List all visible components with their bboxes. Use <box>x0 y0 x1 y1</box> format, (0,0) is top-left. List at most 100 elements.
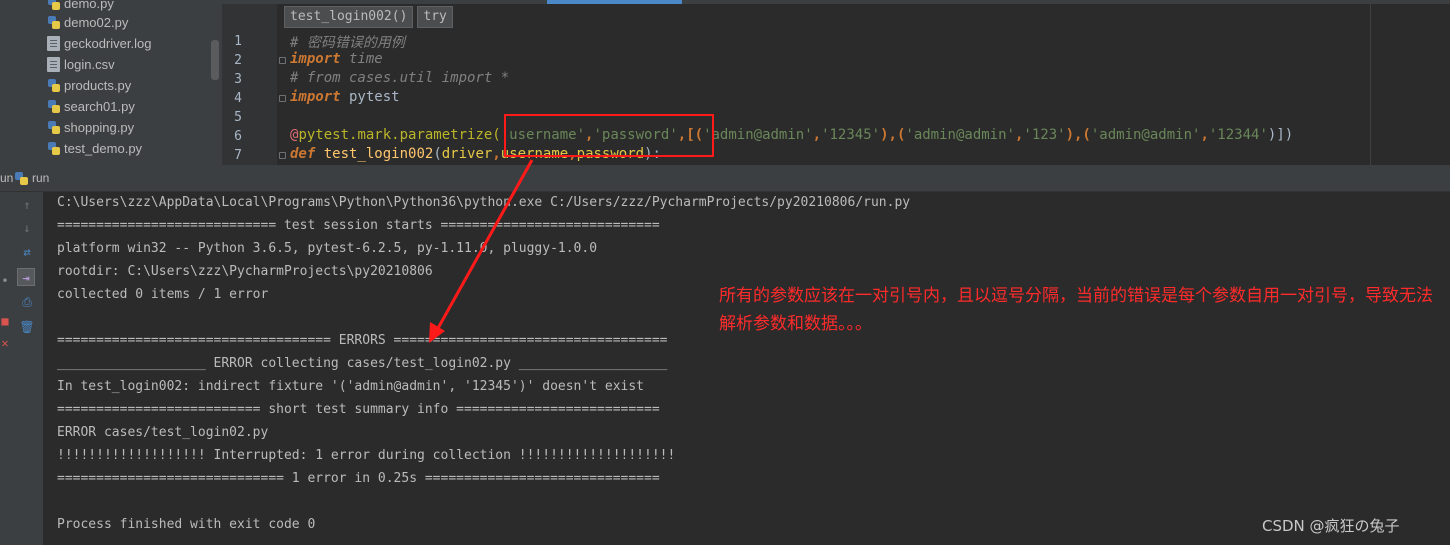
code-line-6: @pytest.mark.parametrize('username','pas… <box>290 127 1293 143</box>
function-name: test_login002 <box>315 146 434 162</box>
soft-wrap-icon[interactable]: ⇄ <box>18 243 36 261</box>
tree-item-shopping[interactable]: shopping.py <box>47 117 134 138</box>
python-file-icon <box>47 120 60 135</box>
code-line-1: # 密码错误的用例 <box>290 32 405 52</box>
tree-item-label: shopping.py <box>64 120 135 135</box>
line-number: 7 <box>234 148 242 163</box>
keyword: import <box>290 89 341 105</box>
code-editor[interactable]: 1 2 3 4 5 6 7 test_login002() try # 密码错误… <box>222 0 1450 165</box>
python-file-icon <box>47 0 60 11</box>
tree-item-label: demo.py <box>64 0 114 11</box>
keyword: def <box>290 146 316 162</box>
tree-item-products[interactable]: products.py <box>47 75 131 96</box>
tree-item-demo02[interactable]: demo02.py <box>47 12 128 33</box>
punctuation: , <box>492 146 501 162</box>
pin-icon[interactable]: • <box>0 272 10 290</box>
tree-item-label: products.py <box>64 78 132 93</box>
arrow-up-icon[interactable]: ↑ <box>18 196 36 214</box>
breadcrumb: test_login002() try <box>284 6 453 28</box>
punctuation: )]) <box>1267 127 1294 143</box>
console-line: ============================= 1 error in… <box>57 471 660 486</box>
parameter: driver <box>441 146 493 162</box>
run-window-prefix: un <box>0 171 14 185</box>
run-tab-title[interactable]: run <box>32 171 49 185</box>
decorator: pytest.mark.parametrize( <box>298 127 501 143</box>
stop-icon[interactable]: ■ <box>0 312 10 330</box>
string: '123' <box>1023 127 1066 143</box>
python-run-icon <box>15 172 28 185</box>
breadcrumb-function[interactable]: test_login002() <box>284 6 414 28</box>
keyword: import <box>290 51 341 67</box>
punctuation: , <box>812 127 822 143</box>
comment: # 密码错误的用例 <box>290 35 405 51</box>
tree-item-login-csv[interactable]: login.csv <box>47 54 115 75</box>
tree-item-search01[interactable]: search01.py <box>47 96 135 117</box>
watermark: CSDN @疯狂の兔子 <box>1262 517 1400 535</box>
string: '12345' <box>821 127 881 143</box>
fold-marker-icon[interactable] <box>279 95 286 102</box>
console-line: platform win32 -- Python 3.6.5, pytest-6… <box>57 241 598 256</box>
line-number: 4 <box>234 91 242 106</box>
line-number: 5 <box>234 110 242 125</box>
close-icon[interactable]: ✕ <box>0 334 10 352</box>
punctuation: , <box>1200 127 1209 143</box>
scroll-to-end-icon[interactable]: ⇥ <box>17 268 35 286</box>
string: 'admin@admin' <box>703 127 813 143</box>
console-line: C:\Users\zzz\AppData\Local\Programs\Pyth… <box>57 195 911 210</box>
project-tree: demo.py demo02.py geckodriver.log login.… <box>0 0 222 165</box>
string: 'admin@admin' <box>1090 127 1201 143</box>
tree-item-label: geckodriver.log <box>64 36 152 51</box>
tree-item-label: search01.py <box>64 99 135 114</box>
line-number: 6 <box>234 129 242 144</box>
console-line: In test_login002: indirect fixture '('ad… <box>57 379 644 394</box>
code-line-4: import pytest <box>290 89 400 105</box>
print-icon[interactable]: ⎙ <box>18 293 36 311</box>
code-text: pytest <box>340 89 400 105</box>
console-line: !!!!!!!!!!!!!!!!!!! Interrupted: 1 error… <box>57 448 676 463</box>
text-file-icon <box>47 36 60 51</box>
text-file-icon <box>47 57 60 72</box>
editor-tab-bar[interactable] <box>222 0 1450 4</box>
punctuation: ),( <box>1065 127 1091 143</box>
punctuation: ( <box>433 146 442 162</box>
arrow-down-icon[interactable]: ↓ <box>18 219 36 237</box>
string: '12344' <box>1208 127 1268 143</box>
tree-scrollbar[interactable] <box>211 40 219 80</box>
active-tab-indicator <box>547 0 682 4</box>
code-line-3: # from cases.util import * <box>290 70 509 86</box>
console-line: ___________________ ERROR collecting cas… <box>57 356 668 371</box>
editor-gutter: 1 2 3 4 5 6 7 <box>222 4 277 165</box>
tree-item-test-demo[interactable]: test_demo.py <box>47 138 142 159</box>
run-tool-window-header: un run <box>0 165 1450 192</box>
console-line: collected 0 items / 1 error <box>57 287 269 302</box>
trash-icon[interactable]: 🗑 <box>18 318 36 336</box>
code-text: time <box>340 51 383 67</box>
fold-marker-icon[interactable] <box>279 57 286 64</box>
line-number: 1 <box>234 34 242 49</box>
line-number: 2 <box>234 53 242 68</box>
line-number: 3 <box>234 72 242 87</box>
tree-item-label: login.csv <box>64 57 115 72</box>
annotation-note: 所有的参数应该在一对引号内，且以逗号分隔，当前的错误是每个参数自用一对引号，导致… <box>719 286 1433 334</box>
python-file-icon <box>47 141 60 156</box>
console-line: ============================ test sessio… <box>57 218 660 233</box>
code-line-2: import time <box>290 51 383 67</box>
right-margin-guide <box>1370 4 1371 165</box>
python-file-icon <box>47 15 60 30</box>
console-output[interactable]: C:\Users\zzz\AppData\Local\Programs\Pyth… <box>43 192 1450 545</box>
comment: # from cases.util import * <box>290 70 510 86</box>
console-line: rootdir: C:\Users\zzz\PycharmProjects\py… <box>57 264 433 279</box>
run-toolbar: ↑ ↓ ⇄ ⇥ ⎙ 🗑 • ■ ✕ <box>0 192 43 545</box>
python-file-icon <box>47 78 60 93</box>
highlight-box <box>504 114 714 157</box>
console-line: =================================== ERRO… <box>57 333 668 348</box>
console-line: Process finished with exit code 0 <box>57 517 316 532</box>
fold-marker-icon[interactable] <box>279 152 286 159</box>
breadcrumb-try[interactable]: try <box>417 6 453 28</box>
console-line: ========================== short test su… <box>57 402 660 417</box>
tree-item-geckodriver-log[interactable]: geckodriver.log <box>47 33 151 54</box>
tree-item-label: test_demo.py <box>64 141 143 156</box>
tree-item-label: demo02.py <box>64 15 129 30</box>
python-file-icon <box>47 99 60 114</box>
string: 'admin@admin' <box>905 127 1015 143</box>
